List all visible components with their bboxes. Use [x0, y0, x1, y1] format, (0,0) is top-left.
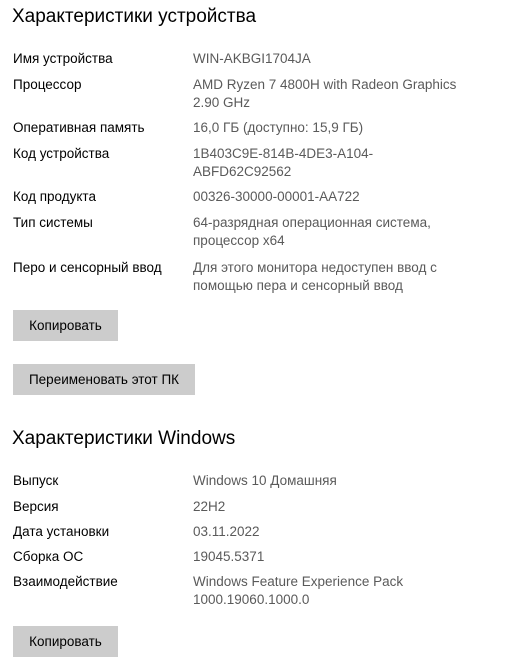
rename-pc-button[interactable]: Переименовать этот ПК	[13, 364, 195, 395]
spec-label: Оперативная память	[13, 120, 145, 135]
spec-value: Windows Feature Experience Pack 1000.190…	[193, 574, 404, 607]
copy-device-specs-button[interactable]: Копировать	[13, 310, 118, 341]
spec-value: 64-разрядная операционная система, проце…	[193, 215, 431, 248]
spec-label: Дата установки	[13, 524, 110, 539]
about-page: Характеристики устройства Имя устройства…	[0, 0, 527, 666]
spec-value: 03.11.2022	[193, 524, 260, 539]
spec-value: AMD Ryzen 7 4800H with Radeon Graphics 2…	[193, 77, 457, 110]
spec-label: Перо и сенсорный ввод	[13, 260, 162, 275]
spec-label: Версия	[13, 499, 59, 514]
spec-label: Код устройства	[13, 146, 110, 161]
spec-row-install-date: Дата установки 03.11.2022	[13, 523, 483, 541]
spec-label: Тип системы	[13, 215, 93, 230]
spec-label: Выпуск	[13, 473, 59, 488]
copy-windows-specs-button[interactable]: Копировать	[13, 626, 118, 657]
spec-row-experience: Взаимодействие Windows Feature Experienc…	[13, 573, 483, 609]
spec-value: Windows 10 Домашняя	[193, 473, 337, 488]
spec-label: Процессор	[13, 77, 82, 92]
spec-label: Код продукта	[13, 189, 96, 204]
spec-value: 00326-30000-00001-AA722	[193, 189, 360, 204]
spec-row-edition: Выпуск Windows 10 Домашняя	[13, 472, 483, 490]
spec-row-device-name: Имя устройства WIN-AKBGI1704JA	[13, 50, 483, 68]
spec-label: Взаимодействие	[13, 574, 118, 589]
spec-row-pen-touch: Перо и сенсорный ввод Для этого монитора…	[13, 259, 483, 295]
windows-specs-heading: Характеристики Windows	[12, 428, 236, 449]
spec-row-device-id: Код устройства 1B403C9E-814B-4DE3-A104- …	[13, 145, 483, 181]
device-specs-heading: Характеристики устройства	[12, 6, 257, 27]
spec-value: 19045.5371	[193, 549, 265, 564]
spec-row-product-id: Код продукта 00326-30000-00001-AA722	[13, 188, 483, 206]
spec-row-system-type: Тип системы 64-разрядная операционная си…	[13, 214, 483, 250]
spec-row-version: Версия 22H2	[13, 498, 483, 516]
spec-value: 1B403C9E-814B-4DE3-A104- ABFD62C92562	[193, 146, 374, 179]
spec-label: Имя устройства	[13, 51, 113, 66]
spec-value: 16,0 ГБ (доступно: 15,9 ГБ)	[193, 120, 364, 135]
spec-value: Для этого монитора недоступен ввод с пом…	[193, 260, 437, 293]
spec-row-processor: Процессор AMD Ryzen 7 4800H with Radeon …	[13, 76, 483, 112]
spec-row-os-build: Сборка ОС 19045.5371	[13, 548, 483, 566]
spec-value: WIN-AKBGI1704JA	[193, 51, 311, 66]
spec-value: 22H2	[193, 499, 226, 514]
spec-label: Сборка ОС	[13, 549, 84, 564]
spec-row-memory: Оперативная память 16,0 ГБ (доступно: 15…	[13, 119, 483, 137]
